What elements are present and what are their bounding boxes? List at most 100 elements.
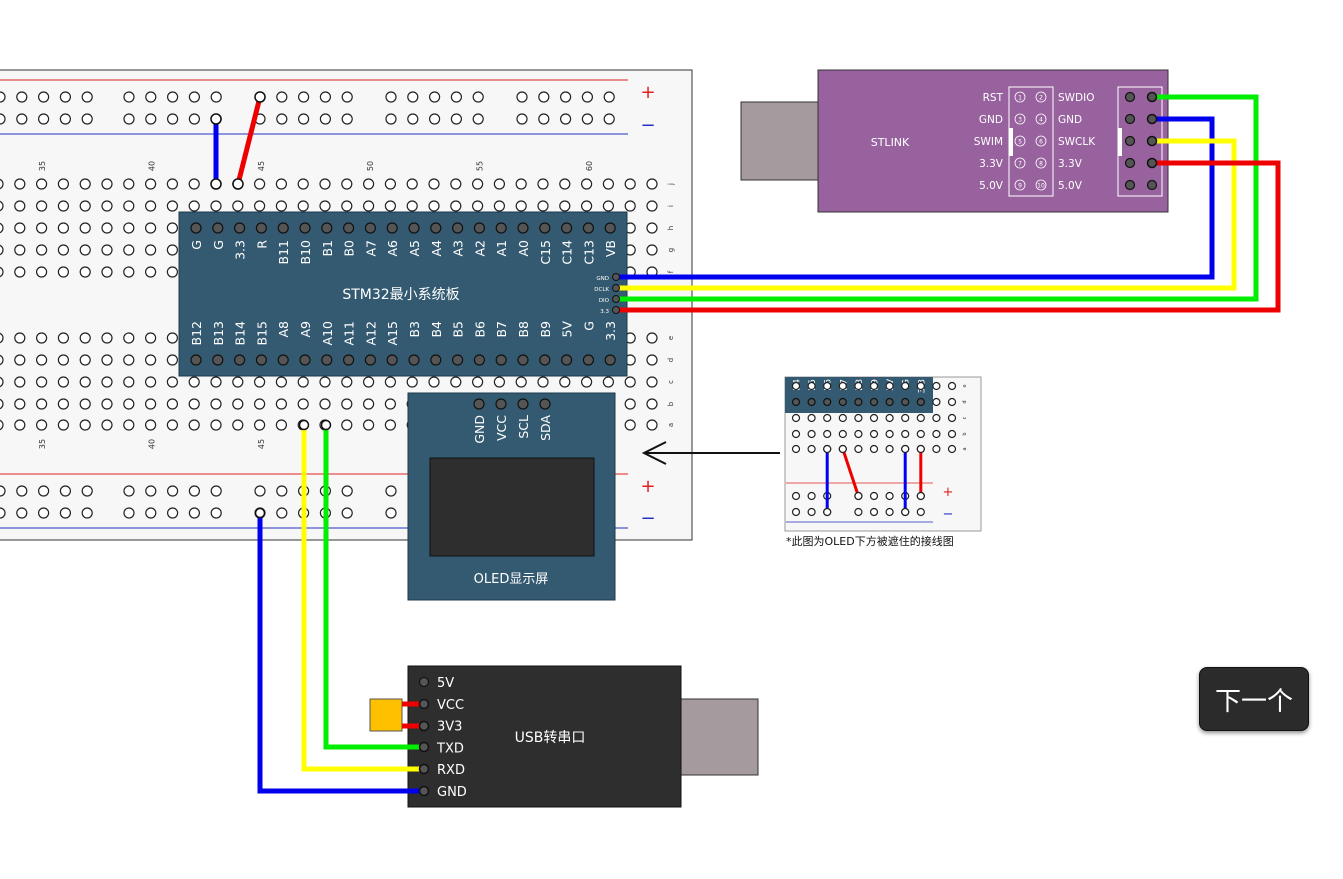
usb-serial-plug [680,698,759,776]
swd-pin-label: GND [596,276,609,282]
hole-a [232,419,244,431]
hole-b [123,398,135,410]
inset-hole [807,381,816,391]
stm32-pin-label: B1 [320,240,335,257]
rail-hole [276,91,288,103]
inset-hole [869,444,879,454]
hole-g [646,244,658,256]
inset-hole [901,413,910,423]
usb-serial-pin-label: RXD [437,763,465,778]
stm32-pin [539,222,551,234]
rail-hole [188,485,200,497]
rail-hole [210,485,222,497]
stm32-pin [582,354,595,366]
hole-c [406,376,418,388]
hole-j [406,178,418,190]
stlink-pin-number: 2 [1039,95,1043,102]
stm32-pin [517,354,529,366]
inset-hole [916,381,925,391]
stlink-pin-number: 3 [1018,117,1022,124]
stm32-pin-label: A11 [342,321,357,345]
stm32-pin [604,222,616,234]
rail-hole [16,485,28,497]
inset-row-letter: c [962,416,968,419]
inset-hole [823,397,832,407]
rail-hole [276,113,288,125]
stlink-left-label: GND [979,114,1003,126]
stm32-pin-label: B10 [298,240,313,265]
inset-hole [885,381,894,391]
stm32-pin-label: A5 [407,240,422,257]
inset-row-letter: d [962,400,968,403]
hole-j [341,178,353,190]
hole-j [101,178,113,190]
hole-i [363,200,375,212]
hole-b [646,398,658,410]
hole-i [79,200,91,212]
hole-e [14,332,26,344]
hole-h [646,222,658,234]
hole-b [319,398,331,410]
hole-j [79,178,91,190]
hole-j [35,178,48,190]
hole-f [35,266,48,278]
stm32-pin [473,222,485,234]
inset-hole [807,413,816,423]
stm32-pin-label: R [254,240,269,249]
hole-b [254,398,266,410]
stm32-pin-label: G [581,321,596,331]
hole-c [232,376,244,388]
oled-pin [495,398,507,410]
inset-caption: *此图为OLED下方被遮住的接线图 [786,534,954,548]
hole-i [428,200,440,212]
hole-b [624,398,636,410]
stlink-pin-number: 7 [1018,161,1022,168]
hole-j [188,178,200,190]
hole-b [79,398,91,410]
next-button[interactable]: 下一个 [1199,667,1309,731]
stlink-pin-number: 5 [1018,139,1022,146]
hole-j [472,178,484,190]
stm32-pin-label: A2 [472,240,487,257]
stm32-pin [430,222,442,234]
hole-e [57,332,70,344]
stlink-usb-plug [740,101,820,181]
stm32-pin [364,222,376,234]
usb-serial-pin-label: 3V3 [437,720,462,735]
hole-b [166,398,178,410]
hole-c [297,376,309,388]
hole-j [275,178,287,190]
hole-e [79,332,91,344]
stm32-pin [277,222,289,234]
hole-c [341,376,353,388]
hole-i [580,200,593,212]
hole-b [275,398,287,410]
hole-c [559,376,571,388]
inset-hole [869,429,879,439]
hole-c [57,376,70,388]
rail-hole [385,113,397,125]
inset-rail-hole [885,507,894,517]
hole-g [14,244,26,256]
row-letter: e [667,336,675,340]
rail-hole [37,507,50,519]
hole-j [515,178,527,190]
hole-c [472,376,484,388]
rail-hole [276,507,288,519]
hole-i [275,200,287,212]
hole-c [450,376,462,388]
inset-hole [885,397,894,407]
hole-i [515,200,527,212]
rail-hole [145,113,157,125]
rail-hole [81,113,93,125]
power-jumper [369,698,403,732]
rail-hole [188,113,200,125]
rail-hole [123,485,135,497]
rail-hole [450,91,462,103]
rail-hole [210,507,222,519]
stm32-pin-label: A9 [298,321,313,338]
stm32-pin-label: VB [603,240,618,257]
hole-j [319,178,331,190]
hole-c [515,376,527,388]
rail-hole [81,91,93,103]
